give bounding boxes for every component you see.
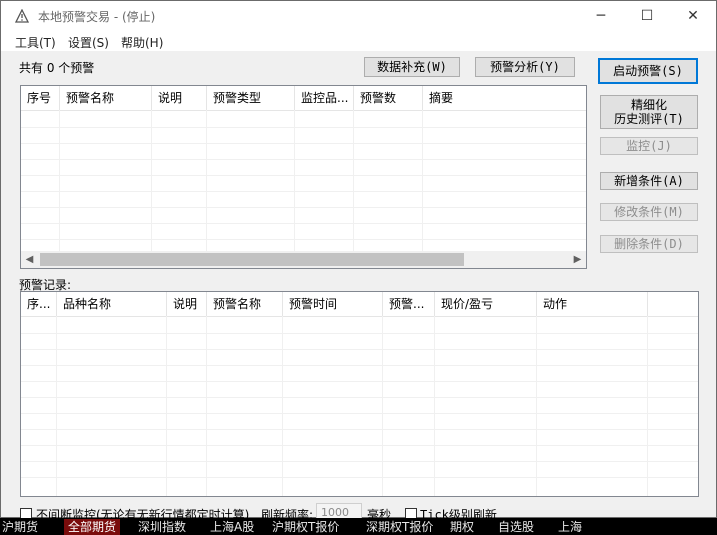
col-record-alert-name[interactable]: 预警名称 — [207, 292, 283, 316]
col-description[interactable]: 说明 — [152, 86, 207, 110]
data-fill-button[interactable]: 数据补充(W) — [364, 57, 460, 77]
main-window: 本地预警交易 - (停止) ─ ☐ ✕ 工具(T) 设置(S) 帮助(H) 共有… — [0, 0, 717, 523]
window-title: 本地预警交易 - (停止) — [38, 10, 156, 24]
alerts-table[interactable]: 序号 预警名称 说明 预警类型 监控品... 预警数 摘要 ◀ ▶ — [20, 85, 587, 269]
col-instrument-name[interactable]: 品种名称 — [57, 292, 167, 316]
alerts-table-header: 序号 预警名称 说明 预警类型 监控品... 预警数 摘要 — [21, 86, 586, 111]
monitor-button[interactable]: 监控(J) — [600, 137, 698, 155]
scrollbar-thumb[interactable] — [40, 253, 464, 266]
alert-count: 共有 0 个预警 — [19, 61, 95, 75]
history-evaluation-line1: 精细化 — [630, 98, 667, 112]
task-item-6[interactable]: 期权 — [450, 519, 474, 535]
task-item-7[interactable]: 自选股 — [498, 519, 534, 535]
task-item-1[interactable]: 全部期货 — [64, 519, 121, 535]
title-bar: 本地预警交易 - (停止) ─ ☐ ✕ — [1, 1, 716, 31]
history-evaluation-line2: 历史测评(T) — [614, 112, 684, 126]
minimize-button[interactable]: ─ — [578, 1, 624, 31]
history-evaluation-button[interactable]: 精细化 历史测评(T) — [600, 95, 698, 129]
delete-condition-button[interactable]: 删除条件(D) — [600, 235, 698, 253]
col-alert-name[interactable]: 预警名称 — [60, 86, 152, 110]
task-item-5[interactable]: 深期权T报价 — [366, 519, 433, 535]
alert-records-table[interactable]: 序... 品种名称 说明 预警名称 预警时间 预警... 现价/盈亏 动作 — [20, 291, 699, 497]
alert-analysis-button[interactable]: 预警分析(Y) — [475, 57, 575, 77]
scroll-left-icon[interactable]: ◀ — [21, 251, 38, 268]
col-summary[interactable]: 摘要 — [423, 86, 586, 110]
col-monitored-items[interactable]: 监控品... — [295, 86, 354, 110]
col-record-description[interactable]: 说明 — [167, 292, 207, 316]
col-alert-time[interactable]: 预警时间 — [283, 292, 383, 316]
scroll-right-icon[interactable]: ▶ — [569, 251, 586, 268]
task-item-2[interactable]: 深圳指数 — [138, 519, 186, 535]
records-table-header: 序... 品种名称 说明 预警名称 预警时间 预警... 现价/盈亏 动作 — [21, 292, 698, 317]
col-action[interactable]: 动作 — [537, 292, 648, 316]
maximize-button[interactable]: ☐ — [624, 1, 670, 31]
background-taskbar: 沪期货 全部期货 深圳指数 上海A股 沪期权T报价 深期权T报价 期权 自选股 … — [0, 518, 717, 535]
col-alert-count[interactable]: 预警数 — [354, 86, 423, 110]
horizontal-scrollbar[interactable]: ◀ ▶ — [21, 251, 586, 268]
col-record-index[interactable]: 序... — [21, 292, 57, 316]
task-item-8[interactable]: 上海 — [558, 519, 582, 535]
col-alert-extra[interactable]: 预警... — [383, 292, 435, 316]
warning-icon — [15, 9, 29, 23]
edit-condition-button[interactable]: 修改条件(M) — [600, 203, 698, 221]
menu-settings[interactable]: 设置(S) — [68, 34, 109, 51]
col-alert-type[interactable]: 预警类型 — [207, 86, 295, 110]
menu-tools[interactable]: 工具(T) — [15, 34, 56, 51]
task-item-0[interactable]: 沪期货 — [2, 519, 38, 535]
task-item-4[interactable]: 沪期权T报价 — [272, 519, 339, 535]
add-condition-button[interactable]: 新增条件(A) — [600, 172, 698, 190]
close-button[interactable]: ✕ — [670, 1, 716, 31]
start-alert-button[interactable]: 启动预警(S) — [598, 58, 698, 84]
menu-help[interactable]: 帮助(H) — [121, 34, 163, 51]
menu-bar: 工具(T) 设置(S) 帮助(H) — [1, 31, 716, 51]
col-index[interactable]: 序号 — [21, 86, 60, 110]
col-price-pnl[interactable]: 现价/盈亏 — [435, 292, 537, 316]
task-item-3[interactable]: 上海A股 — [210, 519, 254, 535]
